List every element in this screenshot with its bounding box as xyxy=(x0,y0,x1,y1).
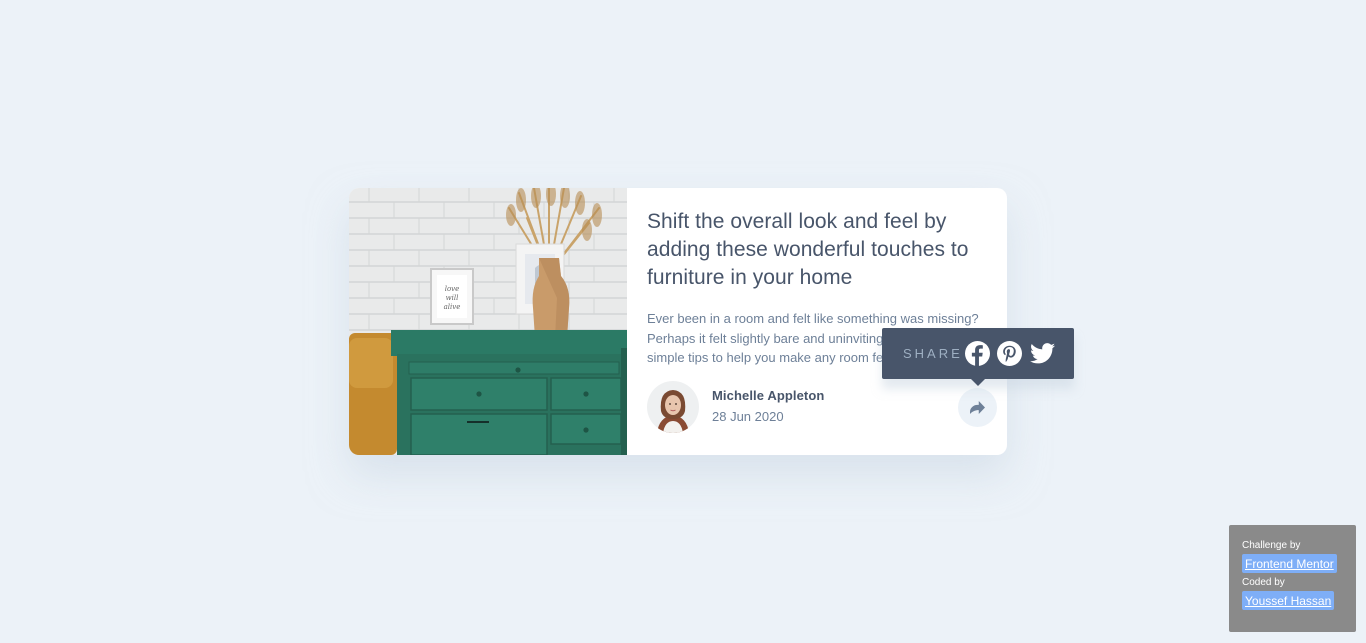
attribution: Challenge by Frontend Mentor Coded by Yo… xyxy=(1229,525,1356,632)
coded-by-label: Coded by xyxy=(1242,577,1285,588)
frontend-mentor-link[interactable]: Frontend Mentor xyxy=(1242,554,1337,573)
svg-text:love: love xyxy=(445,285,460,293)
svg-text:will: will xyxy=(446,294,459,302)
article-image: love will alive xyxy=(349,188,627,455)
share-arrow-icon xyxy=(970,401,985,414)
facebook-icon[interactable] xyxy=(965,341,990,366)
share-label: SHARE xyxy=(903,346,963,361)
share-tooltip: SHARE xyxy=(882,328,1074,386)
article-card: love will alive Shift the overall look a… xyxy=(349,188,1074,455)
share-button[interactable] xyxy=(958,388,997,427)
pinterest-icon[interactable] xyxy=(997,341,1022,366)
avatar xyxy=(647,381,699,433)
post-date: 28 Jun 2020 xyxy=(712,409,784,424)
challenge-label: Challenge by xyxy=(1242,540,1301,551)
author-block: Michelle Appleton 28 Jun 2020 xyxy=(647,381,999,433)
author-name: Michelle Appleton xyxy=(712,388,825,403)
article-title: Shift the overall look and feel by addin… xyxy=(647,210,969,289)
svg-text:alive: alive xyxy=(444,303,461,311)
author-profile-link[interactable]: Youssef Hassan xyxy=(1242,591,1335,610)
twitter-icon[interactable] xyxy=(1030,341,1055,366)
